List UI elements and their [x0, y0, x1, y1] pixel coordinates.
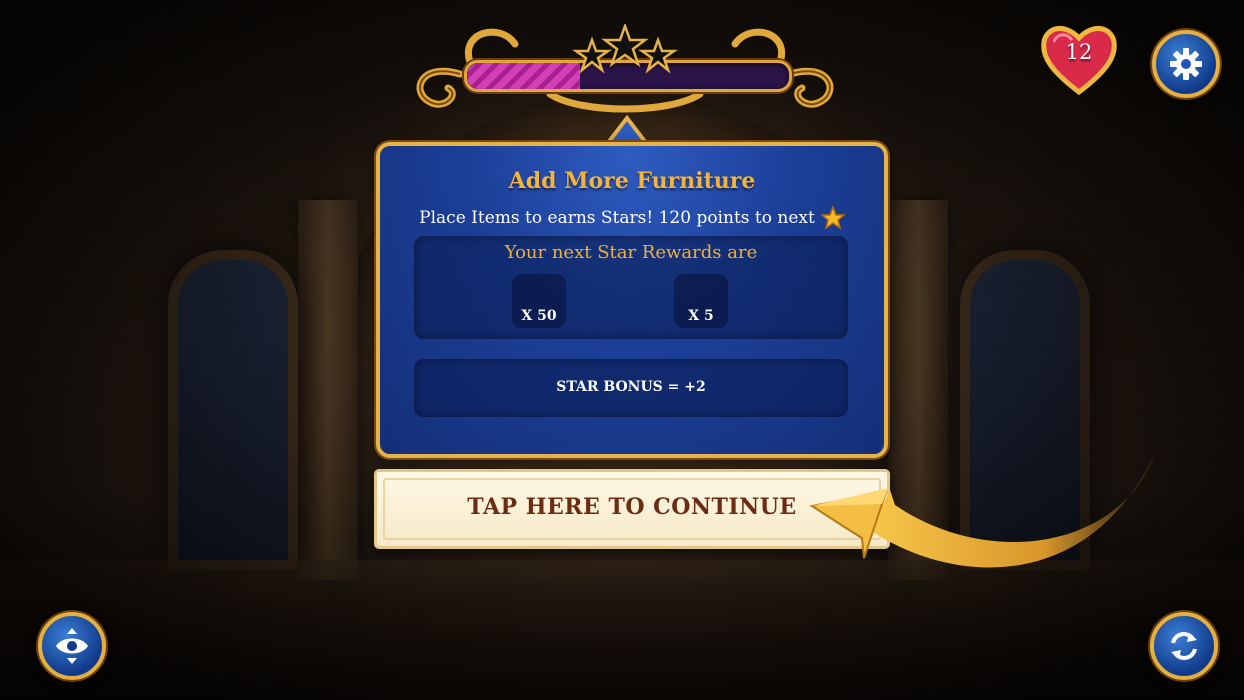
panel-title: Add More Furniture	[508, 168, 756, 194]
star-progress-fill	[467, 63, 580, 89]
lives-counter[interactable]: 12	[1040, 22, 1118, 96]
progress-stars	[572, 24, 678, 74]
rewards-box: Your next Star Rewards are X 50 X 5	[414, 236, 848, 339]
lives-count: 12	[1065, 40, 1093, 64]
reward-quantity-1: X 50	[521, 308, 557, 324]
rotate-icon	[1171, 632, 1197, 660]
panel-subtitle-text: Place Items to earns Stars! 120 points t…	[419, 208, 815, 228]
eye-icon	[56, 628, 88, 664]
star-bonus-box: STAR BONUS = +2	[414, 359, 848, 417]
pointer-arrow-icon	[809, 440, 1160, 568]
reward-quantity-2: X 5	[688, 308, 714, 324]
panel-subtitle: Place Items to earns Stars! 120 points t…	[380, 206, 884, 230]
star-icon	[601, 24, 649, 68]
star-icon	[820, 206, 845, 230]
star-progress-frame	[400, 22, 850, 117]
rotate-button[interactable]	[1150, 612, 1218, 680]
gear-icon	[1170, 48, 1202, 80]
star-icon	[638, 36, 678, 74]
star-bonus-text: STAR BONUS = +2	[556, 379, 706, 395]
view-toggle-button[interactable]	[38, 612, 106, 680]
game-scene: 12 Add More Furniture Place Items to ear…	[0, 0, 1244, 700]
settings-button[interactable]	[1152, 30, 1220, 98]
rewards-title: Your next Star Rewards are	[504, 242, 758, 263]
star-info-panel: Add More Furniture Place Items to earns …	[376, 142, 888, 458]
star-icon	[572, 36, 612, 74]
